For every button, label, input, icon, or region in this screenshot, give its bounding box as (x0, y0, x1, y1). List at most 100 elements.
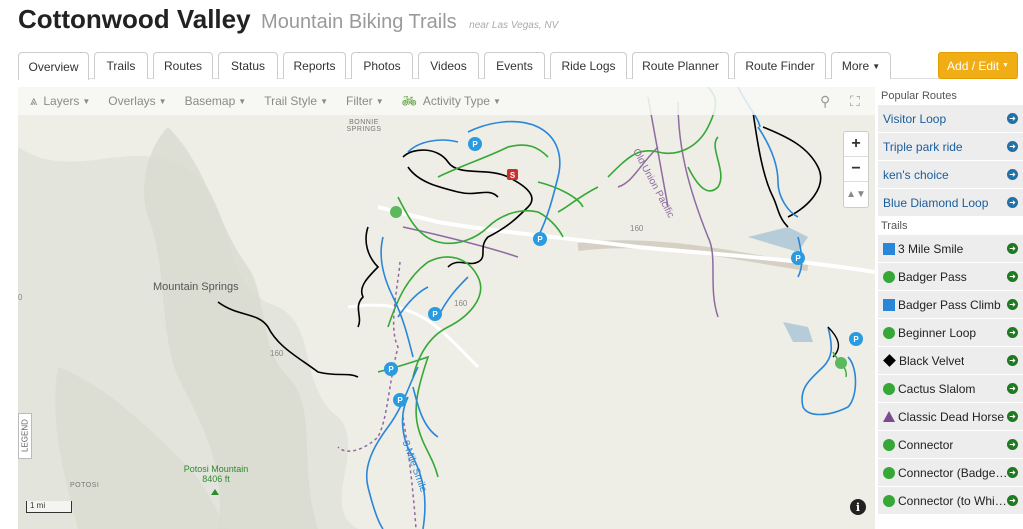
difficulty-black-icon (883, 354, 896, 367)
caret-down-icon: ▼ (238, 96, 247, 106)
tab-route-finder[interactable]: Route Finder (734, 52, 826, 79)
arrow-right-icon: ➜ (1007, 197, 1018, 208)
road-label-160: 160 (270, 349, 284, 358)
arrow-right-icon: ➜ (1007, 439, 1018, 450)
page-title: Cottonwood Valley Mountain Biking Trails… (18, 4, 558, 36)
tab-route-planner[interactable]: Route Planner (632, 52, 729, 79)
overlays-menu[interactable]: Overlays ▼ (108, 94, 166, 108)
trail-item[interactable]: Connector (to Whitney) ➜ (878, 487, 1023, 514)
arrow-right-icon: ➜ (1007, 271, 1018, 282)
route-item[interactable]: Blue Diamond Loop ➜ (878, 189, 1023, 216)
tab-videos[interactable]: Videos (418, 52, 479, 79)
tab-status[interactable]: Status (218, 52, 278, 79)
trail-map[interactable]: P P P P P P P S ⩓ Layers ▼ Overlays ▼ Basem… (18, 87, 875, 529)
fullscreen-icon[interactable]: ⛶ (850, 93, 860, 110)
caret-down-icon: ▼ (82, 96, 91, 106)
arrow-right-icon: ➜ (1007, 495, 1018, 506)
trail-item[interactable]: Cactus Slalom ➜ (878, 375, 1023, 402)
tab-overview[interactable]: Overview (18, 52, 89, 80)
svg-text:P: P (795, 254, 801, 263)
compass-icon[interactable]: ▲▼ (844, 182, 868, 207)
caret-down-icon: ▼ (1002, 62, 1009, 69)
route-item[interactable]: ken's choice ➜ (878, 161, 1023, 188)
trail-style-menu[interactable]: Trail Style ▼ (264, 94, 328, 108)
arrow-right-icon: ➜ (1007, 243, 1018, 254)
arrow-right-icon: ➜ (1007, 467, 1018, 478)
arrow-right-icon: ➜ (1007, 113, 1018, 124)
tab-reports[interactable]: Reports (283, 52, 346, 79)
svg-text:P: P (472, 140, 478, 149)
tab-routes[interactable]: Routes (153, 52, 213, 79)
trail-item[interactable]: Connector (Badger Pass)➜ (878, 459, 1023, 486)
route-item[interactable]: Triple park ride ➜ (878, 133, 1023, 160)
trail-item[interactable]: Connector ➜ (878, 431, 1023, 458)
popular-routes-heading: Popular Routes (881, 90, 957, 102)
difficulty-green-icon (883, 494, 895, 507)
tab-more[interactable]: More ▼ (831, 52, 891, 79)
bicycle-icon: 🚲︎ (401, 94, 417, 108)
arrow-right-icon: ➜ (1007, 141, 1018, 152)
difficulty-green-icon (883, 270, 895, 283)
area-title: Cottonwood Valley (18, 4, 251, 34)
trail-item[interactable]: Badger Pass Climb ➜ (878, 291, 1023, 318)
trail-item[interactable]: 3 Mile Smile ➜ (878, 235, 1023, 262)
svg-text:P: P (432, 310, 438, 319)
area-subtitle: Mountain Biking Trails (261, 11, 457, 33)
trail-item[interactable]: Classic Dead Horse ➜ (878, 403, 1023, 430)
map-canvas: P P P P P P P S (18, 87, 875, 529)
road-label-0: 0 (18, 293, 23, 302)
filter-menu[interactable]: Filter ▼ (346, 94, 384, 108)
arrow-right-icon: ➜ (1007, 169, 1018, 180)
scale-bar: 1 mi (26, 501, 72, 513)
svg-text:P: P (853, 335, 859, 344)
map-toolbar: ⩓ Layers ▼ Overlays ▼ Basemap ▼ Trail Style ▼… (18, 87, 875, 115)
difficulty-blue-icon (883, 298, 895, 311)
caret-down-icon: ▼ (492, 96, 501, 106)
map-label-potosi-mountain: Potosi Mountain 8406 ft (183, 464, 249, 484)
difficulty-green-icon (883, 466, 895, 479)
layers-menu[interactable]: ⩓ Layers ▼ (30, 93, 90, 109)
road-label-160: 160 (630, 224, 644, 233)
difficulty-blue-icon (883, 242, 895, 255)
svg-text:P: P (537, 235, 543, 244)
tab-events[interactable]: Events (484, 52, 545, 79)
tab-photos[interactable]: Photos (351, 52, 413, 79)
road-label-160: 160 (454, 299, 468, 308)
tab-ride-logs[interactable]: Ride Logs (550, 52, 627, 79)
trail-item[interactable]: Black Velvet ➜ (878, 347, 1023, 374)
activity-type-menu[interactable]: 🚲︎ Activity Type ▼ (402, 94, 501, 108)
legend-button[interactable]: LEGEND (18, 413, 32, 459)
zoom-control: + − ▲▼ (843, 131, 869, 208)
arrow-right-icon: ➜ (1007, 355, 1018, 366)
trails-heading: Trails (881, 220, 908, 232)
location-pin-icon[interactable]: ⚲ (820, 93, 830, 110)
tab-bar: Overview Trails Routes Status Reports Ph… (18, 52, 1018, 80)
route-item[interactable]: Visitor Loop ➜ (878, 105, 1023, 132)
basemap-menu[interactable]: Basemap ▼ (185, 94, 247, 108)
zoom-in-button[interactable]: + (844, 132, 868, 157)
map-label-bonnie-springs: BONNIE SPRINGS (346, 119, 382, 133)
tab-trails[interactable]: Trails (94, 52, 148, 79)
zoom-out-button[interactable]: − (844, 157, 868, 182)
caret-down-icon: ▼ (158, 96, 167, 106)
caret-down-icon: ▼ (872, 61, 881, 71)
trail-item[interactable]: Beginner Loop ➜ (878, 319, 1023, 346)
add-edit-button[interactable]: Add / Edit ▼ (938, 52, 1018, 79)
map-label-potosi: POTOSI (70, 482, 100, 489)
area-location: near Las Vegas, NV (469, 20, 559, 31)
difficulty-purple-icon (883, 411, 895, 422)
caret-down-icon: ▼ (320, 96, 329, 106)
svg-text:P: P (397, 396, 403, 405)
caret-down-icon: ▼ (375, 96, 384, 106)
difficulty-green-icon (883, 382, 895, 395)
arrow-right-icon: ➜ (1007, 327, 1018, 338)
arrow-right-icon: ➜ (1007, 299, 1018, 310)
info-icon[interactable]: i (850, 499, 866, 515)
difficulty-green-icon (883, 438, 895, 451)
layers-icon: ⩓ (30, 93, 38, 108)
difficulty-green-icon (883, 326, 895, 339)
trail-item[interactable]: Badger Pass ➜ (878, 263, 1023, 290)
map-label-mountain-springs: Mountain Springs (153, 281, 239, 293)
arrow-right-icon: ➜ (1007, 383, 1018, 394)
svg-text:S: S (510, 171, 516, 180)
